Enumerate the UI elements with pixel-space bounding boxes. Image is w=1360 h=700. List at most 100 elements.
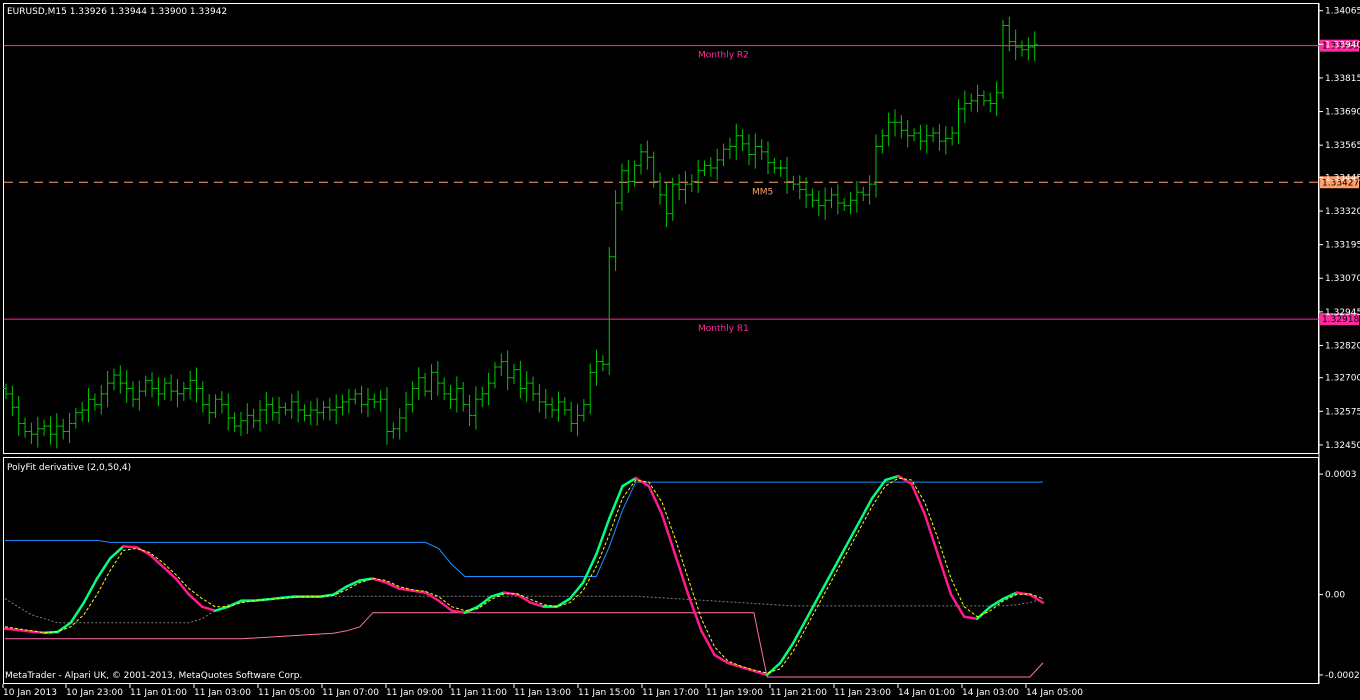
ohlc-bar xyxy=(993,81,1000,116)
ohlc-bar xyxy=(441,377,448,401)
ohlc-bar xyxy=(942,126,949,155)
ohlc-bar xyxy=(295,390,302,423)
ohlc-bar xyxy=(345,388,352,414)
ohlc-bar xyxy=(276,396,283,425)
ohlc-bar xyxy=(745,134,752,166)
price-tick-label: 1.33195 xyxy=(1325,241,1360,251)
ohlc-bar xyxy=(898,115,905,139)
ohlc-bar xyxy=(193,367,200,403)
chart-canvas[interactable]: Monthly R21.33935MM51.33427Monthly R11.3… xyxy=(0,0,1360,700)
ohlc-bar xyxy=(530,376,537,401)
derivative-segment xyxy=(962,615,979,620)
ohlc-bar xyxy=(212,394,219,418)
ohlc-bar xyxy=(879,129,886,154)
derivative-segment xyxy=(910,482,926,516)
ohlc-bar xyxy=(130,381,136,408)
mean-line xyxy=(4,595,1044,624)
ohlc-bar xyxy=(841,198,848,211)
derivative-segment xyxy=(595,517,611,556)
ohlc-bar xyxy=(568,401,575,433)
ohlc-bar xyxy=(701,160,708,177)
time-tick-label: 11 Jan 13:00 xyxy=(514,688,571,698)
ohlc-bar xyxy=(110,368,117,391)
ohlc-bar xyxy=(784,156,791,194)
derivative-segment xyxy=(936,553,953,596)
ohlc-bar xyxy=(771,157,778,174)
ohlc-bar xyxy=(409,381,416,413)
ohlc-bar xyxy=(955,99,962,144)
derivative-segment xyxy=(555,597,572,608)
ohlc-bar xyxy=(53,413,60,449)
ohlc-bar xyxy=(866,175,873,205)
price-tick-label: 1.32575 xyxy=(1325,407,1360,417)
copyright-text: MetaTrader - Alpari UK, © 2001-2013, Met… xyxy=(5,671,302,681)
time-tick-label: 14 Jan 03:00 xyxy=(962,688,1019,698)
time-tick-label: 11 Jan 21:00 xyxy=(770,688,827,698)
price-tick-label: 1.33565 xyxy=(1325,141,1360,151)
ohlc-bar xyxy=(669,177,676,221)
ohlc-bar xyxy=(790,175,797,191)
ohlc-bar xyxy=(231,412,238,433)
upper-band-line xyxy=(5,481,1043,577)
ohlc-bar xyxy=(79,401,86,422)
ohlc-bar xyxy=(491,362,498,389)
derivative-segment xyxy=(647,484,664,516)
ohlc-bar xyxy=(364,387,371,418)
time-tick-label: 11 Jan 05:00 xyxy=(258,688,315,698)
ohlc-bar xyxy=(498,353,505,376)
derivative-segment xyxy=(792,617,808,645)
derivative-segment xyxy=(82,577,99,604)
ohlc-bar xyxy=(206,394,213,425)
ohlc-bar xyxy=(593,349,600,386)
ohlc-bar xyxy=(85,387,92,423)
ohlc-bar xyxy=(631,160,638,187)
time-tick-label: 11 Jan 15:00 xyxy=(578,688,635,698)
ohlc-bar xyxy=(460,382,467,412)
price-tick-label: 1.32820 xyxy=(1325,341,1360,351)
ohlc-bar xyxy=(561,397,568,416)
ohlc-bar xyxy=(618,163,625,211)
ohlc-bar xyxy=(60,418,67,440)
ohlc-bar xyxy=(453,376,460,413)
ohlc-bar xyxy=(168,374,175,401)
ohlc-bar xyxy=(384,387,390,445)
ohlc-bar xyxy=(320,400,327,420)
price-tick-label: 1.33940 xyxy=(1325,40,1360,50)
ohlc-bar xyxy=(504,350,511,391)
derivative-segment xyxy=(765,661,782,677)
ohlc-bar xyxy=(523,370,530,402)
derivative-segment xyxy=(69,601,86,624)
derivative-segment xyxy=(108,545,125,560)
price-tick-label: 1.33690 xyxy=(1325,108,1360,118)
ohlc-bar xyxy=(199,381,206,413)
main-chart-frame xyxy=(3,3,1319,454)
ohlc-bar xyxy=(511,364,517,384)
ohlc-bar xyxy=(371,393,378,409)
ohlc-bar xyxy=(809,188,816,208)
ohlc-bar xyxy=(72,407,79,429)
ohlc-bar xyxy=(968,93,975,112)
ohlc-bar xyxy=(218,391,225,414)
ohlc-bar xyxy=(237,411,244,436)
ohlc-bar xyxy=(860,186,867,202)
indicator-frame xyxy=(3,457,1319,684)
ohlc-bar xyxy=(15,396,22,436)
time-tick-label: 11 Jan 19:00 xyxy=(706,688,763,698)
ohlc-bar xyxy=(434,361,441,396)
derivative-segment xyxy=(345,579,362,588)
ohlc-bar xyxy=(555,391,562,422)
ohlc-bar xyxy=(733,123,740,160)
time-tick-label: 10 Jan 2013 xyxy=(3,688,57,698)
ohlc-bar xyxy=(415,367,422,401)
derivative-segment xyxy=(187,593,204,608)
ohlc-bar xyxy=(549,397,556,418)
ohlc-bar xyxy=(377,390,384,412)
ohlc-bar xyxy=(41,419,48,436)
ohlc-bar xyxy=(676,174,683,201)
derivative-segment xyxy=(529,601,545,608)
ohlc-bar xyxy=(917,124,924,150)
ohlc-bar xyxy=(930,127,937,142)
derivative-segment xyxy=(844,521,861,548)
derivative-segment xyxy=(122,545,138,549)
indicator-header: PolyFit derivative (2,0,50,4) xyxy=(7,463,131,473)
